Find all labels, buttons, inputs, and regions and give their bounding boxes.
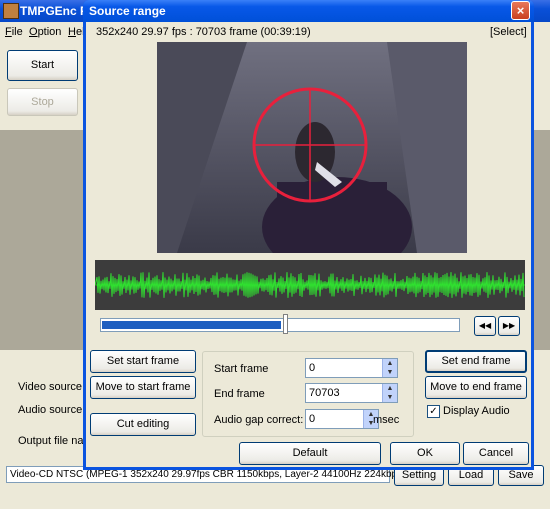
display-audio-checkbox[interactable]: ✓ [427, 405, 440, 418]
previous-frame-button[interactable]: ◀◀ [474, 316, 496, 336]
default-button[interactable]: Default [239, 442, 381, 465]
video-info-text: 352x240 29.97 fps : 70703 frame (00:39:1… [96, 26, 311, 38]
start-frame-label: Start frame [214, 363, 269, 375]
msec-unit-label: msec [373, 414, 400, 426]
display-audio-label: Display Audio [443, 405, 510, 417]
audio-waveform [94, 260, 525, 310]
dialog-title: Source range [89, 4, 166, 18]
select-link[interactable]: [Select] [490, 26, 527, 38]
audio-gap-value: 0 [309, 413, 316, 425]
audio-gap-label: Audio gap correct: [214, 414, 304, 426]
video-frame-image [157, 42, 467, 253]
spinner-arrows-icon[interactable]: ▲ ▼ [382, 384, 397, 402]
close-icon[interactable]: × [511, 1, 530, 20]
video-info-bar: 352x240 29.97 fps : 70703 frame (00:39:1… [86, 26, 531, 40]
menu-file[interactable]: File [5, 26, 23, 38]
cut-editing-button[interactable]: Cut editing [90, 413, 196, 436]
cancel-button[interactable]: Cancel [463, 442, 529, 465]
move-to-start-frame-button[interactable]: Move to start frame [90, 376, 196, 399]
checkmark-icon: ✓ [429, 406, 438, 417]
start-frame-spinner[interactable]: 0 ▲ ▼ [305, 358, 398, 378]
dialog-title-bar: Source range × [83, 0, 534, 22]
next-frame-button[interactable]: ▶▶ [498, 316, 520, 336]
position-slider-track[interactable] [100, 318, 460, 332]
set-start-frame-button[interactable]: Set start frame [90, 350, 196, 373]
status-text: Video-CD NTSC (MPEG-1 352x240 29.97fps C… [10, 469, 406, 480]
end-frame-label: End frame [214, 388, 265, 400]
video-source-label: Video source: [18, 381, 86, 393]
end-frame-spinner[interactable]: 70703 ▲ ▼ [305, 383, 398, 403]
end-frame-value: 70703 [309, 387, 340, 399]
background-window-title: TMPGEnc P [20, 4, 89, 18]
spinner-arrows-icon[interactable]: ▲ ▼ [382, 359, 397, 377]
stop-button[interactable]: Stop [7, 88, 78, 116]
start-button[interactable]: Start [7, 50, 78, 81]
audio-gap-spinner[interactable]: 0 ▲ ▼ [305, 409, 379, 429]
ok-button[interactable]: OK [390, 442, 460, 465]
move-to-end-frame-button[interactable]: Move to end frame [425, 376, 527, 399]
output-file-label: Output file nam [18, 435, 93, 447]
video-preview [157, 42, 467, 253]
set-end-frame-button[interactable]: Set end frame [425, 350, 527, 373]
menu-option[interactable]: Option [29, 26, 61, 38]
source-range-dialog: Source range × 352x240 29.97 fps : 70703… [83, 0, 534, 470]
position-slider-thumb[interactable] [283, 314, 288, 334]
start-frame-value: 0 [309, 362, 316, 374]
audio-source-label: Audio source: [18, 404, 86, 416]
selected-range-bar [102, 321, 281, 329]
app-icon [3, 3, 19, 19]
background-panel [0, 130, 85, 350]
dialog-body: 352x240 29.97 fps : 70703 frame (00:39:1… [86, 22, 531, 467]
